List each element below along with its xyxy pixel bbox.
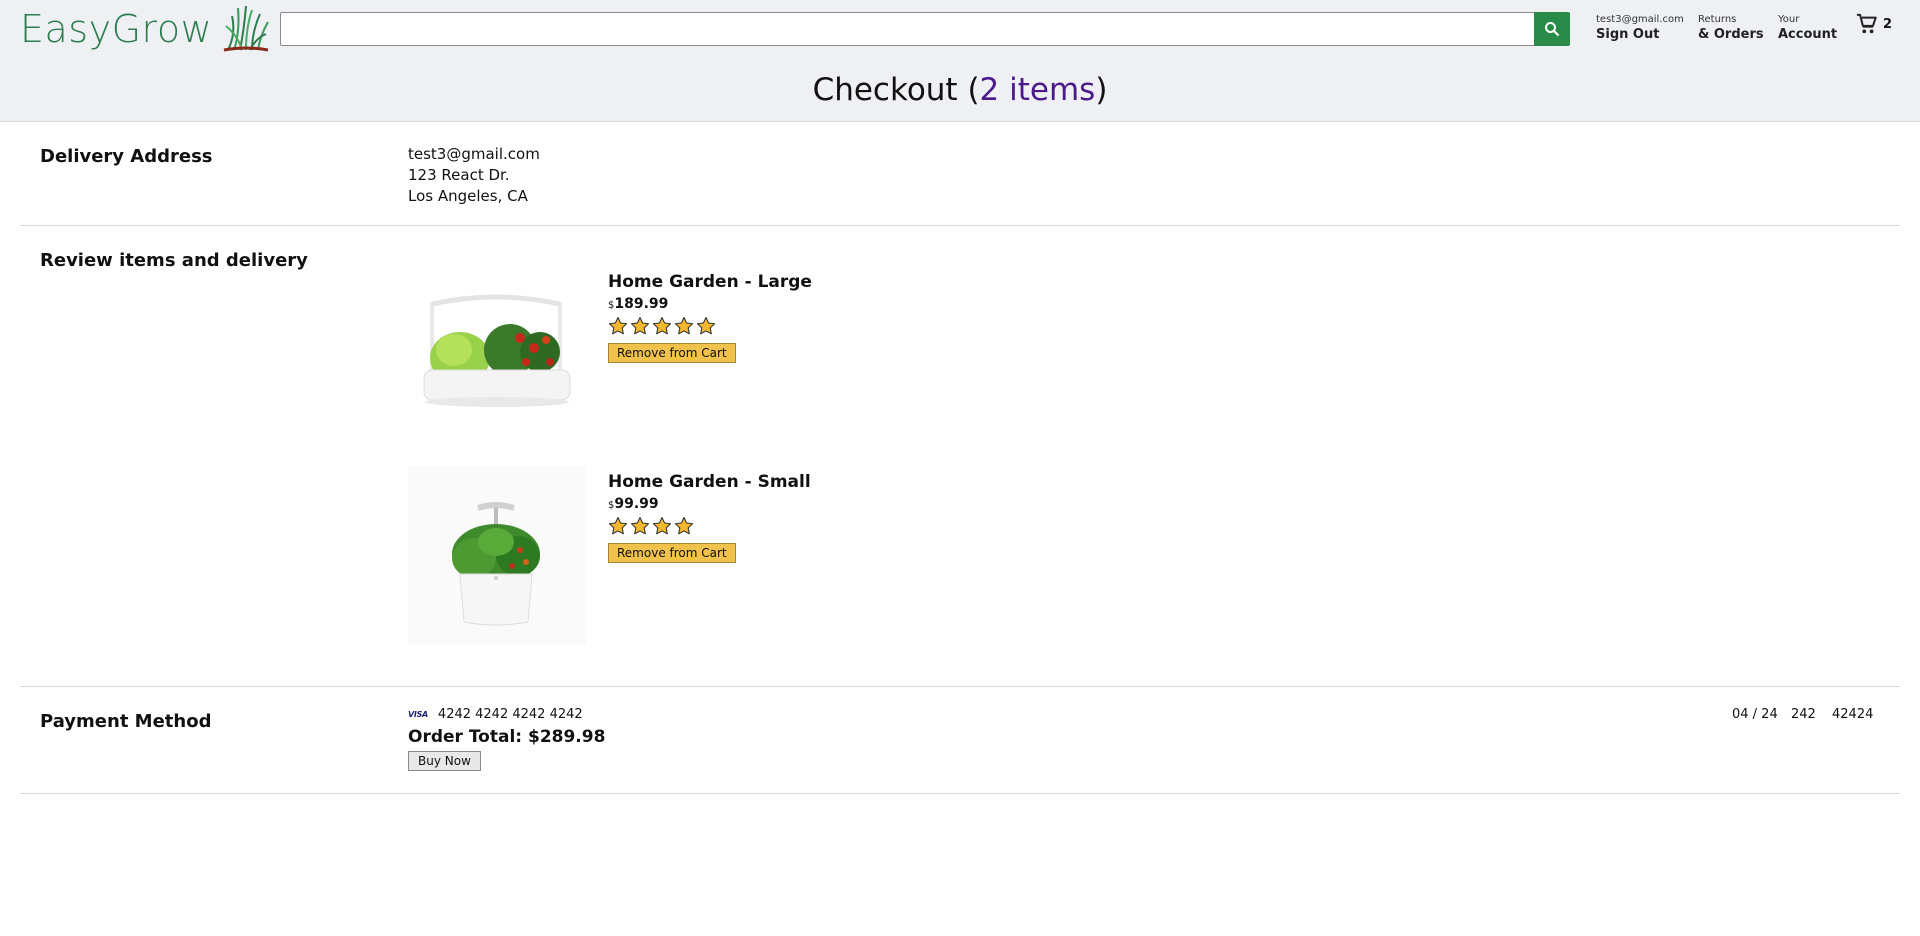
delivery-address-lines: test3@gmail.com 123 React Dr. Los Angele… [408,144,540,207]
returns-label: Returns [1698,14,1737,25]
star-icon [674,316,694,335]
cart-count: 2 [1883,16,1893,32]
address-line: Los Angeles, CA [408,187,528,205]
item-price: $99.99 [608,496,811,512]
search-input[interactable] [280,12,1534,46]
item-price: $189.99 [608,296,812,312]
delivery-address-section: Delivery Address test3@gmail.com 123 Rea… [20,122,1900,226]
remove-from-cart-button[interactable]: Remove from Cart [608,343,736,363]
checkout-item: Home Garden - Small $99.99 Remove from C… [408,466,1008,646]
card-number: 4242 4242 4242 4242 [437,707,583,722]
item-rating [608,516,811,536]
star-icon [652,316,672,335]
item-title: Home Garden - Large [608,272,812,292]
nav-sign-out[interactable]: test3@gmail.com Sign Out [1596,14,1684,43]
title-prefix: Checkout ( [812,72,980,108]
logo-text: EasyGrow [20,6,213,51]
address-line: 123 React Dr. [408,166,510,184]
star-icon [674,516,694,535]
payment-method-heading: Payment Method [40,711,212,732]
remove-from-cart-button[interactable]: Remove from Cart [608,543,736,563]
star-icon [696,316,716,335]
item-info: Home Garden - Small $99.99 Remove from C… [608,472,811,563]
title-suffix: ) [1095,72,1108,108]
review-items-section: Review items and delivery Home Garden - … [20,226,1900,687]
search-button[interactable] [1534,12,1570,46]
page-title: Checkout (2 items) [0,57,1920,108]
card-expiry[interactable]: 04 / 24 [1732,707,1778,722]
nav-your-account[interactable]: Your Account [1778,14,1837,43]
buy-now-button[interactable]: Buy Now [408,751,481,771]
address-line: test3@gmail.com [408,145,540,163]
price-value: 99.99 [614,496,659,512]
star-icon [630,516,650,535]
small-garden-image [408,466,586,644]
search-bar [280,12,1570,46]
visa-icon: VISA [408,710,428,719]
logo[interactable]: EasyGrow [20,0,270,57]
item-rating [608,316,812,336]
item-title: Home Garden - Small [608,472,811,492]
account-label: Account [1778,26,1838,42]
your-label: Your [1778,14,1800,25]
star-icon [652,516,672,535]
item-info: Home Garden - Large $189.99 Remove from … [608,272,812,363]
card-zip[interactable]: 42424 [1832,707,1873,722]
payment-method-section: Payment Method VISA 4242 4242 4242 4242 … [20,687,1900,794]
shopping-cart-icon [1856,13,1877,34]
star-icon [630,316,650,335]
card-input[interactable]: VISA 4242 4242 4242 4242 [408,707,583,722]
sign-out-label: Sign Out [1596,26,1660,42]
star-icon [608,316,628,335]
review-items-heading: Review items and delivery [40,250,308,271]
order-total: Order Total: $289.98 [408,727,606,747]
card-cvc[interactable]: 242 [1791,707,1816,722]
search-icon [1545,22,1560,37]
orders-label: & Orders [1698,26,1764,42]
site-header: EasyGrow test3@gmail.com Sign Out Return… [0,0,1920,57]
grass-logo-icon [223,5,270,51]
nav-returns-orders[interactable]: Returns & Orders [1698,14,1764,43]
star-icon [608,516,628,535]
checkout-title-band: Checkout (2 items) [0,57,1920,122]
price-value: 189.99 [614,296,669,312]
delivery-address-heading: Delivery Address [40,146,213,167]
items-count-link[interactable]: 2 items [980,72,1096,108]
cart-button[interactable]: 2 [1856,13,1892,35]
user-email: test3@gmail.com [1596,14,1684,25]
checkout-item: Home Garden - Large $189.99 Remove from … [408,266,1008,446]
large-garden-image [408,266,586,444]
